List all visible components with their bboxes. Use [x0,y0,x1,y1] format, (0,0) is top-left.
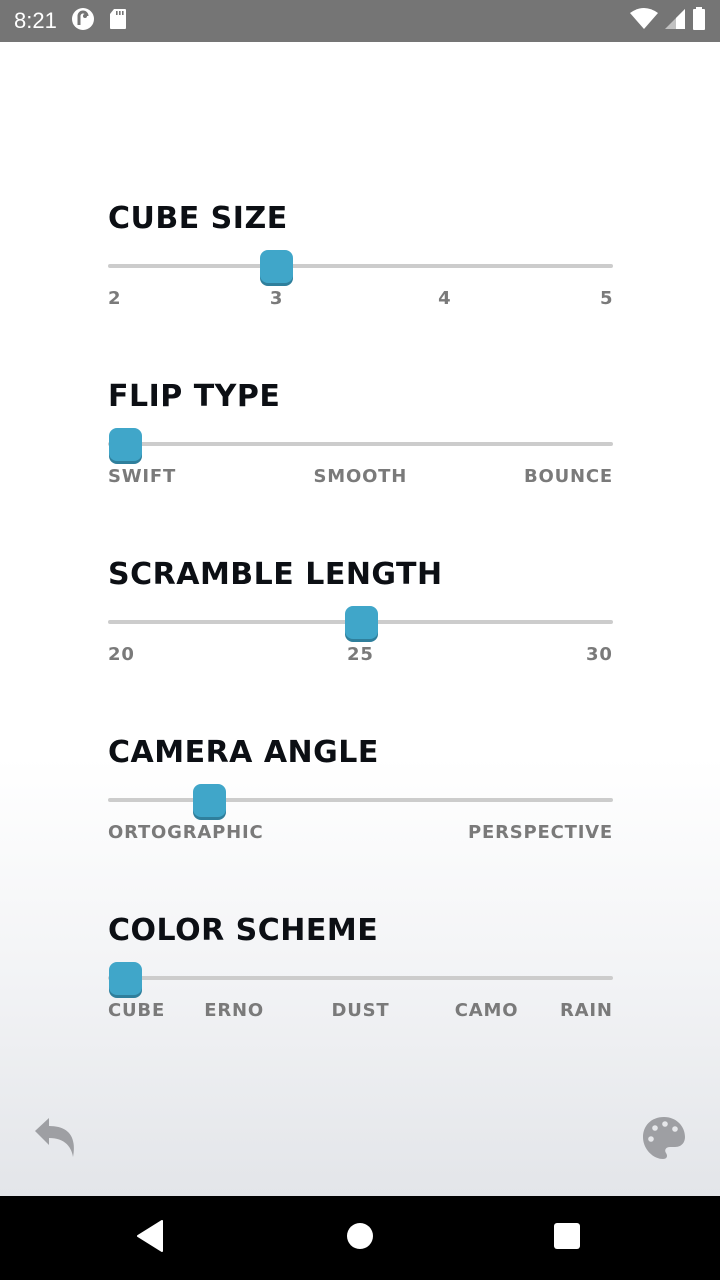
tick-label[interactable]: RAIN [560,1000,613,1021]
slider-tick-labels: CUBE ERNO DUST CAMO RAIN [108,1000,613,1022]
undo-back-icon [33,1117,79,1163]
home-circle-icon [346,1222,374,1254]
slider-thumb[interactable] [109,428,142,461]
wifi-icon [630,8,658,34]
slider-thumb[interactable] [193,784,226,817]
tick-label[interactable]: DUST [332,1000,390,1021]
tick-label[interactable]: 25 [347,644,374,665]
nav-back-button[interactable] [128,1216,172,1260]
tick-label[interactable]: CAMO [455,1000,519,1021]
slider-track[interactable] [108,264,613,268]
slider-thumb[interactable] [109,962,142,995]
status-bar: 8:21 [0,0,720,42]
palette-icon [641,1115,687,1165]
tick-label[interactable]: 30 [586,644,613,665]
nav-recents-button[interactable] [545,1216,589,1260]
slider-tick-labels: 20 25 30 [108,644,613,666]
setting-cube-size: CUBE SIZE 2 3 4 5 [108,202,613,310]
setting-title: FLIP TYPE [108,379,281,414]
slider-thumb[interactable] [344,606,378,639]
navigation-bar [0,1196,720,1280]
tick-label[interactable]: SMOOTH [314,466,408,487]
color-scheme-slider[interactable] [108,958,613,998]
sd-card-icon [109,8,127,34]
slider-track[interactable] [108,442,613,446]
nav-home-button[interactable] [338,1216,382,1260]
slider-track[interactable] [108,976,613,980]
setting-scramble-length: SCRAMBLE LENGTH 20 25 30 [108,558,613,666]
status-time: 8:21 [14,8,57,33]
camera-angle-slider[interactable] [108,780,613,820]
tick-label[interactable]: CUBE [108,1000,165,1021]
setting-title: SCRAMBLE LENGTH [108,557,443,592]
tick-label[interactable]: SWIFT [108,466,176,487]
tick-label[interactable]: ERNO [204,1000,264,1021]
setting-title: CAMERA ANGLE [108,735,379,770]
pocket-casts-icon [71,7,95,35]
tick-label[interactable]: 3 [270,288,283,309]
tick-label[interactable]: 2 [108,288,121,309]
slider-tick-labels: ORTOGRAPHIC PERSPECTIVE [108,822,613,844]
slider-tick-labels: SWIFT SMOOTH BOUNCE [108,466,613,488]
back-triangle-icon [136,1220,164,1256]
tick-label[interactable]: BOUNCE [524,466,613,487]
tick-label[interactable]: PERSPECTIVE [468,822,613,843]
tick-label[interactable]: 20 [108,644,135,665]
setting-camera-angle: CAMERA ANGLE ORTOGRAPHIC PERSPECTIVE [108,736,613,844]
battery-icon [692,7,706,35]
tick-label[interactable]: 5 [600,288,613,309]
scramble-length-slider[interactable] [108,602,613,642]
flip-type-slider[interactable] [108,424,613,464]
slider-thumb[interactable] [260,250,294,283]
tick-label[interactable]: ORTOGRAPHIC [108,822,263,843]
back-button[interactable] [28,1112,84,1168]
slider-tick-labels: 2 3 4 5 [108,288,613,310]
setting-flip-type: FLIP TYPE SWIFT SMOOTH BOUNCE [108,380,613,488]
slider-track[interactable] [108,798,613,802]
setting-title: CUBE SIZE [108,201,288,236]
setting-title: COLOR SCHEME [108,913,379,948]
settings-screen: CUBE SIZE 2 3 4 5 FLIP TYPE SWIFT SMOOTH BOUN… [0,42,720,1196]
cellular-signal-icon [664,8,686,34]
theme-button[interactable] [636,1112,692,1168]
cube-size-slider[interactable] [108,246,613,286]
tick-label[interactable]: 4 [438,288,451,309]
recents-square-icon [553,1222,581,1254]
setting-color-scheme: COLOR SCHEME CUBE ERNO DUST CAMO RAIN [108,914,613,1022]
